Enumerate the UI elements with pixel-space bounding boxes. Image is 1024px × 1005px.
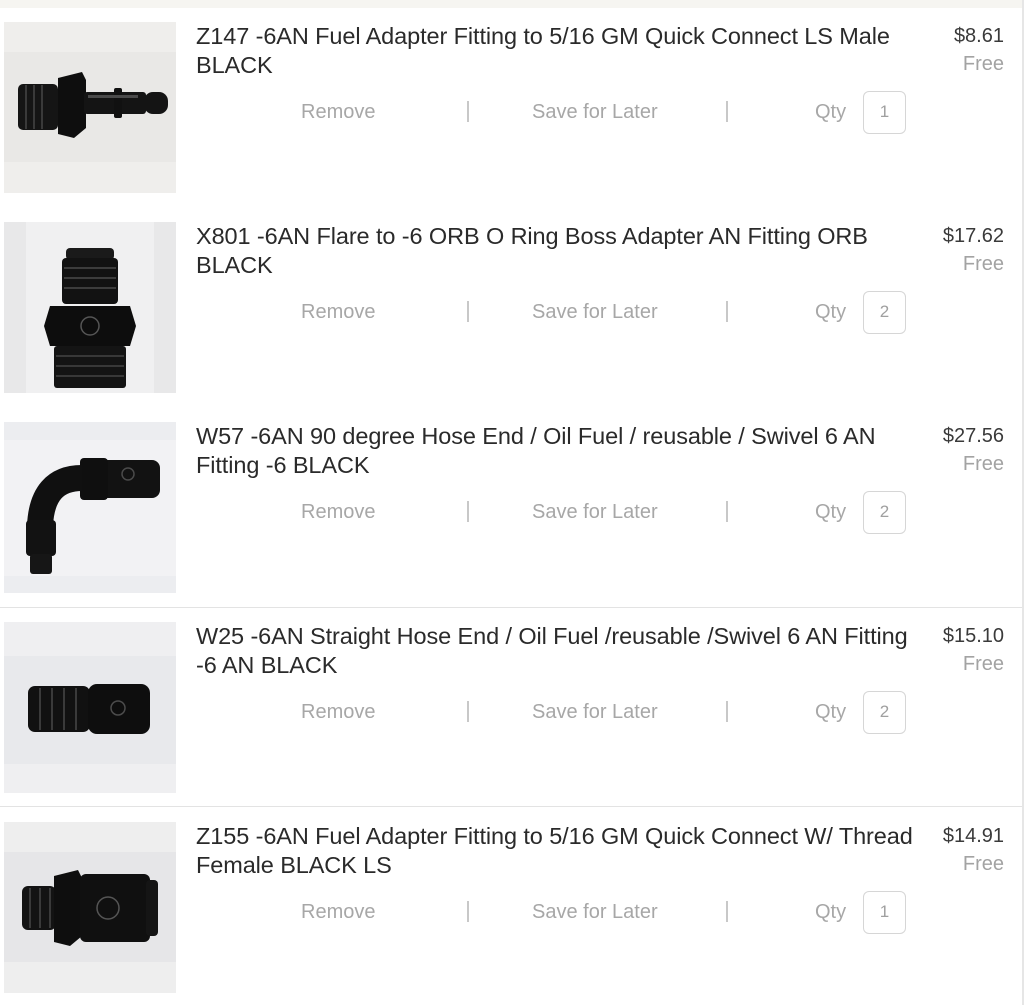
quantity-input[interactable]: 1: [863, 91, 906, 134]
qty-label: Qty: [815, 101, 847, 123]
divider: [467, 101, 469, 122]
quantity-input[interactable]: 2: [863, 491, 906, 534]
divider: [726, 701, 728, 722]
product-title[interactable]: W57 -6AN 90 degree Hose End / Oil Fuel /…: [196, 422, 926, 480]
fitting-90-degree-hose-end-icon: [4, 422, 176, 593]
fitting-orb-adapter-icon: [4, 222, 176, 393]
divider: [726, 301, 728, 322]
save-for-later-button[interactable]: Save for Later: [532, 98, 658, 126]
fitting-quick-connect-female-icon: [4, 822, 176, 993]
quantity-input[interactable]: 1: [863, 891, 906, 934]
divider: [467, 901, 469, 922]
price: $14.91: [942, 825, 1004, 847]
product-image[interactable]: [4, 822, 176, 993]
cart-item: Z147 -6AN Fuel Adapter Fitting to 5/16 G…: [0, 0, 1024, 200]
cart-item: X801 -6AN Flare to -6 ORB O Ring Boss Ad…: [0, 200, 1024, 400]
remove-button[interactable]: Remove: [301, 698, 375, 726]
qty-label: Qty: [815, 501, 847, 523]
qty-label: Qty: [815, 701, 847, 723]
save-for-later-button[interactable]: Save for Later: [532, 698, 658, 726]
price: $27.56: [942, 425, 1004, 447]
fitting-straight-hose-end-icon: [4, 622, 176, 793]
product-title[interactable]: X801 -6AN Flare to -6 ORB O Ring Boss Ad…: [196, 222, 926, 280]
divider: [726, 901, 728, 922]
product-image[interactable]: [4, 222, 176, 393]
product-title[interactable]: Z155 -6AN Fuel Adapter Fitting to 5/16 G…: [196, 822, 926, 880]
cart-item: W25 -6AN Straight Hose End / Oil Fuel /r…: [0, 600, 1024, 807]
product-image[interactable]: [4, 422, 176, 593]
product-title[interactable]: W25 -6AN Straight Hose End / Oil Fuel /r…: [196, 622, 926, 680]
shipping-label: Free: [962, 253, 1004, 275]
price: $8.61: [953, 25, 1004, 47]
save-for-later-button[interactable]: Save for Later: [532, 298, 658, 326]
fitting-straight-adapter-icon: [4, 22, 176, 193]
remove-button[interactable]: Remove: [301, 498, 375, 526]
remove-button[interactable]: Remove: [301, 298, 375, 326]
shipping-label: Free: [962, 53, 1004, 75]
save-for-later-button[interactable]: Save for Later: [532, 498, 658, 526]
price: $15.10: [942, 625, 1004, 647]
qty-label: Qty: [815, 901, 847, 923]
shipping-label: Free: [962, 853, 1004, 875]
divider: [467, 301, 469, 322]
divider: [726, 101, 728, 122]
divider: [726, 501, 728, 522]
quantity-input[interactable]: 2: [863, 691, 906, 734]
remove-button[interactable]: Remove: [301, 98, 375, 126]
save-for-later-button[interactable]: Save for Later: [532, 898, 658, 926]
cart-item: Z155 -6AN Fuel Adapter Fitting to 5/16 G…: [0, 800, 1024, 1000]
cart-item: W57 -6AN 90 degree Hose End / Oil Fuel /…: [0, 400, 1024, 608]
price: $17.62: [942, 225, 1004, 247]
product-image[interactable]: [4, 22, 176, 193]
shipping-label: Free: [962, 653, 1004, 675]
quantity-input[interactable]: 2: [863, 291, 906, 334]
remove-button[interactable]: Remove: [301, 898, 375, 926]
divider: [467, 501, 469, 522]
product-title[interactable]: Z147 -6AN Fuel Adapter Fitting to 5/16 G…: [196, 22, 926, 80]
product-image[interactable]: [4, 622, 176, 793]
shipping-label: Free: [962, 453, 1004, 475]
qty-label: Qty: [815, 301, 847, 323]
divider: [467, 701, 469, 722]
